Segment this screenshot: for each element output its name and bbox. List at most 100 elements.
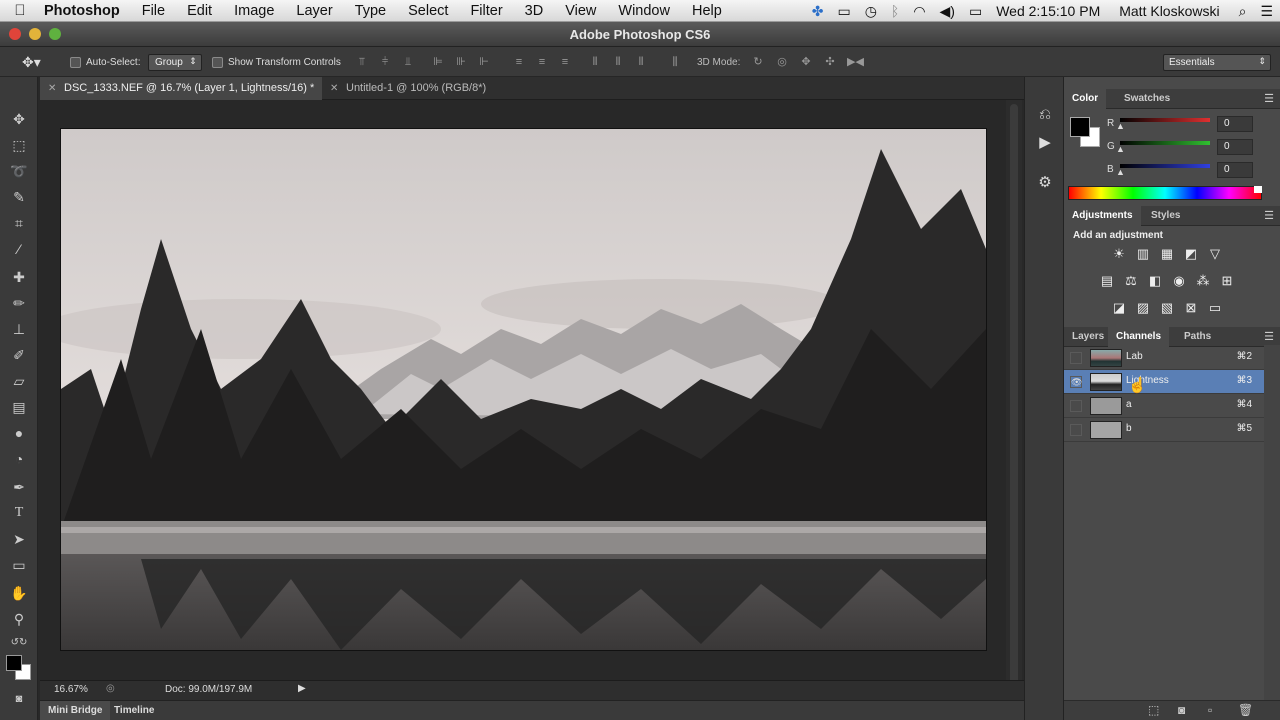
- workspace-dropdown[interactable]: Essentials: [1163, 53, 1271, 71]
- tab-layers[interactable]: Layers: [1064, 327, 1112, 347]
- visibility-toggle[interactable]: [1070, 352, 1082, 364]
- hue-saturation-icon[interactable]: ▤: [1099, 273, 1115, 289]
- menu-view[interactable]: View: [554, 3, 607, 19]
- tab-timeline[interactable]: Timeline: [106, 701, 162, 720]
- close-tab-icon[interactable]: ✕: [330, 77, 338, 100]
- curves-icon[interactable]: ▦: [1159, 246, 1175, 262]
- align-vcenter-icon[interactable]: ⫩: [378, 56, 392, 68]
- crop-tool-icon[interactable]: ⌗: [8, 213, 30, 233]
- channel-mixer-icon[interactable]: ⁂: [1195, 273, 1211, 289]
- new-channel-icon[interactable]: ▫: [1208, 703, 1212, 717]
- tab-mini-bridge[interactable]: Mini Bridge: [40, 701, 111, 720]
- spotlight-icon[interactable]: ⌕: [1232, 3, 1254, 20]
- eyedropper-tool-icon[interactable]: ⁄: [8, 239, 30, 259]
- color-lookup-icon[interactable]: ⊞: [1219, 273, 1235, 289]
- 3d-scale-icon[interactable]: ▶◀: [847, 56, 864, 68]
- panel-menu-icon[interactable]: ☰: [1264, 92, 1274, 105]
- auto-align-icon[interactable]: ⫼: [668, 56, 682, 68]
- channel-row-lightness[interactable]: 👁 Lightness ⌘3: [1064, 370, 1264, 394]
- healing-brush-tool-icon[interactable]: ✚: [8, 267, 30, 287]
- menu-3d[interactable]: 3D: [514, 3, 555, 19]
- scrollbar-thumb[interactable]: [1010, 104, 1018, 686]
- canvas-vertical-scrollbar[interactable]: [1006, 100, 1022, 696]
- menu-layer[interactable]: Layer: [285, 3, 343, 19]
- menu-app-name[interactable]: Photoshop: [40, 3, 131, 19]
- close-tab-icon[interactable]: ✕: [48, 77, 56, 100]
- align-top-icon[interactable]: ⫪: [355, 56, 369, 68]
- menu-window[interactable]: Window: [607, 3, 681, 19]
- threshold-icon[interactable]: ▧: [1159, 300, 1175, 316]
- delete-channel-icon[interactable]: 🗑: [1238, 703, 1253, 717]
- menu-file[interactable]: File: [131, 3, 176, 19]
- minimize-window-button[interactable]: [29, 28, 41, 40]
- visibility-toggle[interactable]: [1070, 400, 1082, 412]
- channels-scrollbar[interactable]: [1264, 345, 1280, 700]
- invert-icon[interactable]: ◪: [1111, 300, 1127, 316]
- properties-panel-icon[interactable]: ⚙: [1035, 173, 1055, 193]
- slider-handle-icon[interactable]: ▲: [1116, 167, 1125, 177]
- wifi-icon[interactable]: ◠: [906, 3, 932, 20]
- time-machine-icon[interactable]: ◷: [858, 3, 884, 20]
- notification-center-icon[interactable]: ☰: [1253, 3, 1280, 20]
- color-r-value[interactable]: 0: [1217, 116, 1253, 132]
- black-white-icon[interactable]: ◧: [1147, 273, 1163, 289]
- zoom-window-button[interactable]: [49, 28, 61, 40]
- auto-select-checkbox[interactable]: [70, 56, 81, 68]
- status-menu-arrow-icon[interactable]: ▶: [298, 683, 306, 694]
- panel-menu-icon[interactable]: ☰: [1264, 209, 1274, 222]
- distribute-hcenter-icon[interactable]: ⦀: [611, 56, 625, 68]
- tab-color[interactable]: Color: [1064, 89, 1107, 109]
- gradient-tool-icon[interactable]: ▤: [8, 397, 30, 417]
- clone-stamp-tool-icon[interactable]: ⊥: [8, 319, 30, 339]
- eye-icon[interactable]: 👁: [1070, 376, 1082, 388]
- brush-tool-icon[interactable]: ✏: [8, 293, 30, 313]
- posterize-icon[interactable]: ▨: [1135, 300, 1151, 316]
- blur-tool-icon[interactable]: ●: [8, 423, 30, 443]
- foreground-color-swatch[interactable]: [6, 655, 22, 671]
- type-tool-icon[interactable]: T: [8, 503, 30, 523]
- exposure-icon[interactable]: ◩: [1183, 246, 1199, 262]
- tab-untitled-1[interactable]: ✕ Untitled-1 @ 100% (RGB/8*): [322, 77, 502, 100]
- history-panel-icon[interactable]: ⎌: [1035, 105, 1055, 125]
- slider-handle-icon[interactable]: ▲: [1116, 144, 1125, 154]
- distribute-vcenter-icon[interactable]: ≡: [535, 56, 549, 68]
- menu-clock[interactable]: Wed 2:15:10 PM: [989, 3, 1107, 19]
- slider-track[interactable]: [1120, 164, 1210, 168]
- distribute-top-icon[interactable]: ≡: [512, 56, 526, 68]
- color-panel-foreground-swatch[interactable]: [1070, 117, 1090, 137]
- menu-user[interactable]: Matt Kloskowski: [1107, 3, 1231, 19]
- 3d-drag-icon[interactable]: ✥: [799, 56, 813, 68]
- visibility-toggle[interactable]: [1070, 424, 1082, 436]
- actions-panel-icon[interactable]: ▶: [1035, 133, 1055, 153]
- 3d-slide-icon[interactable]: ✣: [823, 56, 837, 68]
- align-hcenter-icon[interactable]: ⊪: [454, 56, 468, 68]
- path-selection-tool-icon[interactable]: ➤: [8, 529, 30, 549]
- tab-paths[interactable]: Paths: [1176, 327, 1219, 347]
- menu-edit[interactable]: Edit: [176, 3, 223, 19]
- menu-filter[interactable]: Filter: [459, 3, 513, 19]
- transform-controls-checkbox[interactable]: [212, 56, 223, 68]
- shape-tool-icon[interactable]: ▭: [8, 555, 30, 575]
- load-selection-icon[interactable]: ⬚: [1148, 703, 1159, 717]
- menu-image[interactable]: Image: [223, 3, 285, 19]
- distribute-left-icon[interactable]: ⦀: [588, 56, 602, 68]
- align-bottom-icon[interactable]: ⫫: [401, 56, 415, 68]
- eraser-tool-icon[interactable]: ▱: [8, 371, 30, 391]
- slider-track[interactable]: [1120, 141, 1210, 145]
- lasso-tool-icon[interactable]: ➰: [8, 161, 30, 181]
- dropbox-icon[interactable]: ✤: [805, 3, 831, 20]
- color-b-value[interactable]: 0: [1217, 162, 1253, 178]
- quick-select-tool-icon[interactable]: ✎: [8, 187, 30, 207]
- selective-color-icon[interactable]: ⊠: [1183, 300, 1199, 316]
- swap-colors-icon[interactable]: ↺↻: [8, 633, 30, 653]
- dodge-tool-icon[interactable]: ◔: [8, 449, 30, 469]
- menu-type[interactable]: Type: [344, 3, 397, 19]
- slider-handle-icon[interactable]: ▲: [1116, 121, 1125, 131]
- channel-row-lab[interactable]: Lab ⌘2: [1064, 346, 1264, 370]
- tab-swatches[interactable]: Swatches: [1116, 89, 1178, 109]
- quick-mask-icon[interactable]: ◙: [8, 689, 30, 709]
- ramp-white-swatch[interactable]: [1254, 186, 1262, 193]
- distribute-right-icon[interactable]: ⦀: [634, 56, 648, 68]
- distribute-bottom-icon[interactable]: ≡: [558, 56, 572, 68]
- vibrance-icon[interactable]: ▽: [1207, 246, 1223, 262]
